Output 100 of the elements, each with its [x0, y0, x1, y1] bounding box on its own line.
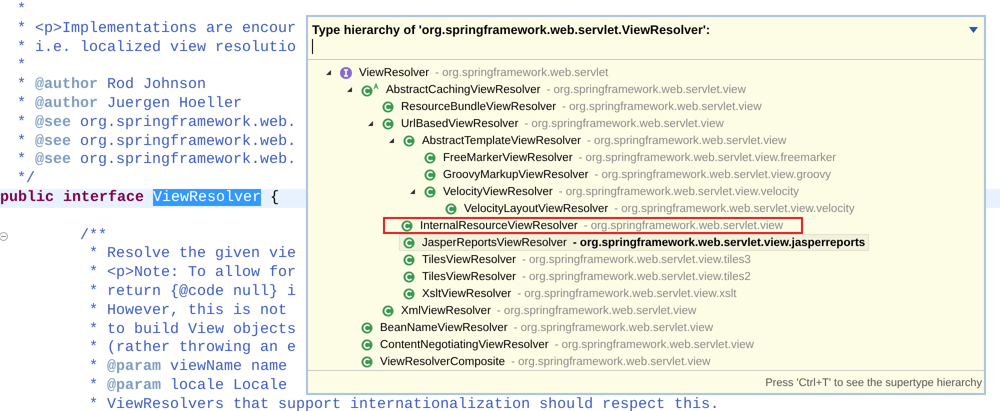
type-name: FreeMarkerViewResolver [443, 152, 573, 164]
type-name: InternalResourceViewResolver [420, 220, 578, 232]
type-name: ViewResolverComposite [380, 356, 506, 368]
tree-item[interactable]: FreeMarkerViewResolver - org.springframework.web.servlet.view.freemarker [420, 149, 840, 166]
class-icon [423, 184, 437, 198]
package-name: - org.springframework.web.servlet.view [511, 356, 710, 368]
package-name: - org.springframework.web.servlet.view.tiles2 [522, 270, 751, 282]
tree-item[interactable]: TilesViewResolver - org.springframework.web.servlet.view.tiles3 [399, 251, 755, 268]
dropdown-arrow-icon[interactable] [969, 27, 978, 33]
code-comment: *@author Juergen Hoeller [16, 94, 242, 112]
type-name: ResourceBundleViewResolver [401, 100, 556, 112]
abstract-class-icon [360, 82, 380, 96]
class-icon [360, 338, 374, 352]
tree-item[interactable]: ViewResolverComposite - org.springframework.web.servlet.view [357, 353, 714, 370]
tree-item[interactable]: AbstractTemplateViewResolver - org.springframework.web.servlet.view [399, 132, 790, 149]
tree-item[interactable]: InternalResourceViewResolver - org.springframework.web.servlet.view [383, 217, 803, 234]
code-comment: * <p>Implementations are encour [16, 20, 296, 37]
type-name: ViewResolver [359, 66, 430, 78]
package-name: - org.springframework.web.servlet.view [562, 100, 762, 112]
tree-item[interactable]: UrlBasedViewResolver - org.springframework.web.servlet.view [378, 115, 728, 132]
expanded-arrow-icon[interactable] [346, 86, 352, 93]
tree-item[interactable]: BeanNameViewResolver - org.springframework.web.servlet.view [357, 319, 718, 336]
code-comment: * ViewResolvers that support internationalization should respect this. [88, 396, 720, 411]
code-keyword: public interface [0, 188, 144, 206]
type-name: JasperReportsViewResolver [422, 236, 567, 248]
package-name: - org.springframework.web.servlet.view.groovy [594, 168, 831, 180]
code-comment: *@see org.springframework.web. [16, 151, 296, 168]
code-comment: * return {@code null} i [88, 282, 296, 300]
code-comment: * to build View objects [88, 320, 296, 338]
type-name: UrlBasedViewResolver [401, 118, 518, 130]
collapse-fold-icon[interactable] [0, 232, 8, 241]
code-comment: * However, this is not [88, 302, 288, 319]
type-name: XsltViewResolver [422, 288, 512, 300]
tree-item[interactable]: ViewResolver - org.springframework.web.servlet [336, 64, 612, 81]
class-icon [402, 252, 416, 266]
expanded-arrow-icon[interactable] [388, 137, 394, 144]
package-name: - org.springframework.web.servlet.view [554, 338, 754, 350]
code-comment: *@param viewName name [88, 358, 288, 376]
class-icon [381, 304, 395, 318]
code-comment: /** [79, 226, 108, 244]
code-comment: *@see org.springframework.web. [16, 114, 296, 131]
package-name: - org.springframework.web.servlet.view [514, 322, 714, 334]
tree-item[interactable]: XsltViewResolver - org.springframework.web.servlet.view.xslt [399, 285, 740, 302]
type-name: VelocityLayoutViewResolver [464, 202, 608, 214]
code-comment: * [16, 1, 26, 18]
tree-item[interactable]: ContentNegotiatingViewResolver - org.springframework.web.servlet.view [357, 336, 758, 353]
tree-item[interactable]: ResourceBundleViewResolver - org.springframework.web.servlet.view [378, 98, 766, 115]
package-name: - org.springframework.web.servlet.view.xslt [517, 288, 736, 300]
package-name: - org.springframework.web.servlet.view [546, 84, 746, 96]
class-icon [381, 116, 395, 130]
package-name: - org.springframework.web.servlet.view.jasperreports [572, 236, 866, 248]
package-name: - org.springframework.web.servlet.view [584, 220, 784, 232]
package-name: - org.springframework.web.servlet.view.freemarker [578, 152, 836, 164]
class-icon [423, 150, 437, 164]
code-brace: { [270, 188, 280, 206]
code-comment: * (rather throwing an e [88, 339, 296, 356]
tree-item[interactable]: GroovyMarkupViewResolver - org.springframework.web.servlet.view.groovy [420, 166, 835, 183]
tree-item[interactable]: VelocityViewResolver - org.springframework.web.servlet.view.velocity [420, 183, 804, 200]
tree-item[interactable]: JasperReportsViewResolver - org.springframework.web.servlet.view.jasperreports [399, 234, 870, 251]
type-name: ContentNegotiatingViewResolver [380, 338, 549, 350]
code-comment: *@see org.springframework.web. [16, 132, 296, 150]
class-icon [423, 168, 437, 182]
code-comment: *@param locale Locale [88, 376, 288, 394]
expanded-arrow-icon[interactable] [408, 188, 416, 195]
type-name: VelocityViewResolver [443, 186, 553, 198]
type-name: XmlViewResolver [401, 304, 491, 316]
class-icon [402, 134, 416, 148]
tree-item[interactable]: AbstractCachingViewResolver - org.springframework.web.servlet.view [357, 81, 750, 98]
type-name: TilesViewResolver [422, 254, 516, 266]
code-comment: * Resolve the given vie [88, 245, 296, 262]
tree-item[interactable]: TilesViewResolver - org.springframework.web.servlet.view.tiles2 [399, 268, 755, 285]
package-name: - org.springframework.web.servlet.view.velocity [614, 202, 855, 214]
class-icon [402, 236, 416, 250]
tree-item[interactable]: XmlViewResolver - org.springframework.web.servlet.view [378, 302, 700, 319]
status-hint: Press 'Ctrl+T' to see the supertype hierarchy [765, 377, 982, 389]
code-comment: */ [16, 170, 36, 188]
class-icon [402, 270, 416, 284]
code-comment: *@author Rod Johnson [16, 76, 206, 94]
popup-title: Type hierarchy of 'org.springframework.web.servlet.ViewResolver': [312, 23, 710, 37]
selected-class-name: ViewResolver [153, 188, 262, 206]
interface-icon [339, 66, 353, 80]
code-comment: * i.e. localized view resolutio [16, 38, 296, 56]
type-name: BeanNameViewResolver [380, 322, 508, 334]
type-name: AbstractCachingViewResolver [386, 84, 540, 96]
type-name: GroovyMarkupViewResolver [443, 168, 589, 180]
tree-item[interactable]: VelocityLayoutViewResolver - org.springframework.web.servlet.view.velocity [441, 200, 859, 217]
class-icon [402, 286, 416, 300]
package-name: - org.springframework.web.servlet.view.velocity [558, 186, 800, 198]
class-icon [381, 100, 395, 114]
package-name: - org.springframework.web.servlet.view.tiles3 [522, 254, 751, 266]
class-icon [360, 320, 374, 334]
package-name: - org.springframework.web.servlet.view [496, 304, 696, 316]
package-name: - org.springframework.web.servlet.view [524, 118, 724, 130]
class-icon [400, 218, 414, 232]
expanded-arrow-icon[interactable] [324, 69, 332, 76]
code-comment: * <p>Note: To allow for [88, 264, 296, 282]
package-name: - org.springframework.web.servlet [435, 66, 608, 78]
type-name: AbstractTemplateViewResolver [422, 134, 581, 146]
code-comment: * [16, 57, 26, 74]
expanded-arrow-icon[interactable] [366, 120, 374, 127]
